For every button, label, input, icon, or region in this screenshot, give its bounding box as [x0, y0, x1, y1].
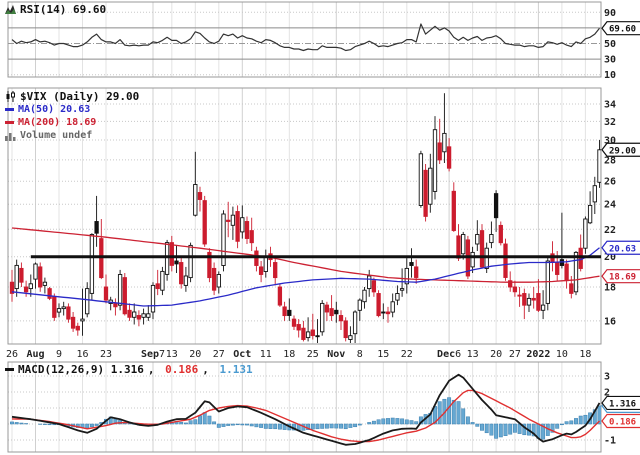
- svg-text:10: 10: [604, 70, 616, 81]
- svg-text:0.186: 0.186: [609, 418, 636, 428]
- macd-line-swatch-icon: [5, 368, 14, 371]
- macd-legend-sep1: ,: [147, 363, 162, 376]
- ma200-legend-label: MA(200) 18.69: [18, 117, 97, 128]
- svg-text:26: 26: [604, 177, 616, 188]
- svg-text:13: 13: [467, 349, 479, 360]
- svg-text:69.60: 69.60: [609, 25, 636, 35]
- svg-text:3: 3: [604, 372, 610, 383]
- svg-text:24: 24: [604, 200, 616, 211]
- price-legend: $VIX (Daily) 29.00 MA(50) 20.63 MA(200) …: [5, 90, 139, 142]
- svg-text:Nov: Nov: [327, 349, 345, 360]
- svg-text:13: 13: [166, 349, 178, 360]
- svg-text:1.316: 1.316: [609, 399, 636, 409]
- macd-legend-hist: 1.131: [219, 363, 253, 376]
- svg-text:16: 16: [76, 349, 88, 360]
- ma50-legend-row: MA(50) 20.63: [5, 103, 90, 116]
- svg-text:18: 18: [283, 349, 295, 360]
- svg-text:26: 26: [6, 349, 18, 360]
- ma50-line-swatch-icon: [5, 108, 14, 111]
- ma200-line-swatch-icon: [5, 121, 14, 124]
- rsi-legend: RSI(14) 69.60: [5, 3, 106, 16]
- macd-legend-signal: 0.186: [165, 363, 199, 376]
- macd-legend-main: MACD(12,26,9) 1.316: [18, 363, 144, 376]
- svg-text:18.69: 18.69: [609, 273, 636, 283]
- svg-text:-1: -1: [604, 436, 616, 447]
- svg-text:32: 32: [604, 117, 616, 128]
- svg-text:27: 27: [509, 349, 521, 360]
- svg-text:22: 22: [401, 349, 413, 360]
- svg-text:30: 30: [604, 55, 616, 66]
- svg-text:Aug: Aug: [26, 349, 44, 360]
- svg-text:8: 8: [357, 349, 363, 360]
- svg-text:20.63: 20.63: [609, 244, 636, 254]
- svg-text:25: 25: [307, 349, 319, 360]
- svg-text:50: 50: [604, 39, 616, 50]
- svg-text:Sep7: Sep7: [141, 349, 165, 360]
- svg-text:23: 23: [100, 349, 112, 360]
- svg-text:15: 15: [377, 349, 389, 360]
- vix-stockchart: 90 50 30 10 69.60 34 32 30 28 26 24 22 20 18 16 29.00 20…: [0, 0, 640, 455]
- macd-legend-sep2: ,: [202, 363, 216, 376]
- price-legend-title: $VIX (Daily) 29.00: [20, 90, 140, 103]
- area-chart-icon: [5, 5, 16, 14]
- ma200-legend-row: MA(200) 18.69: [5, 116, 96, 129]
- svg-text:27: 27: [213, 349, 225, 360]
- ma50-legend-label: MA(50) 20.63: [18, 104, 91, 115]
- svg-text:Oct: Oct: [233, 349, 251, 360]
- svg-text:18: 18: [579, 349, 591, 360]
- rsi-legend-label: RSI(14) 69.60: [20, 3, 107, 16]
- svg-text:2022: 2022: [526, 349, 550, 360]
- svg-text:11: 11: [260, 349, 272, 360]
- svg-text:90: 90: [604, 8, 616, 19]
- volume-legend-row: Volume undef: [5, 129, 92, 142]
- volume-bars-icon: [5, 132, 16, 141]
- svg-text:34: 34: [604, 100, 616, 111]
- svg-text:22: 22: [604, 225, 616, 236]
- price-legend-title-row: $VIX (Daily) 29.00: [5, 90, 139, 103]
- svg-text:16: 16: [604, 316, 616, 327]
- candlestick-icon: [6, 91, 15, 102]
- svg-text:Dec6: Dec6: [437, 349, 461, 360]
- macd-legend: MACD(12,26,9) 1.316, 0.186, 1.131: [5, 363, 253, 376]
- svg-text:9: 9: [56, 349, 62, 360]
- svg-text:29.00: 29.00: [609, 146, 636, 156]
- svg-text:10: 10: [556, 349, 568, 360]
- chart-canvas: 9050301069.603432302826242220181629.0020…: [0, 0, 640, 455]
- volume-legend-label: Volume undef: [20, 130, 93, 141]
- svg-text:28: 28: [604, 155, 616, 166]
- svg-text:20: 20: [189, 349, 201, 360]
- svg-text:20: 20: [490, 349, 502, 360]
- svg-text:18: 18: [604, 283, 616, 294]
